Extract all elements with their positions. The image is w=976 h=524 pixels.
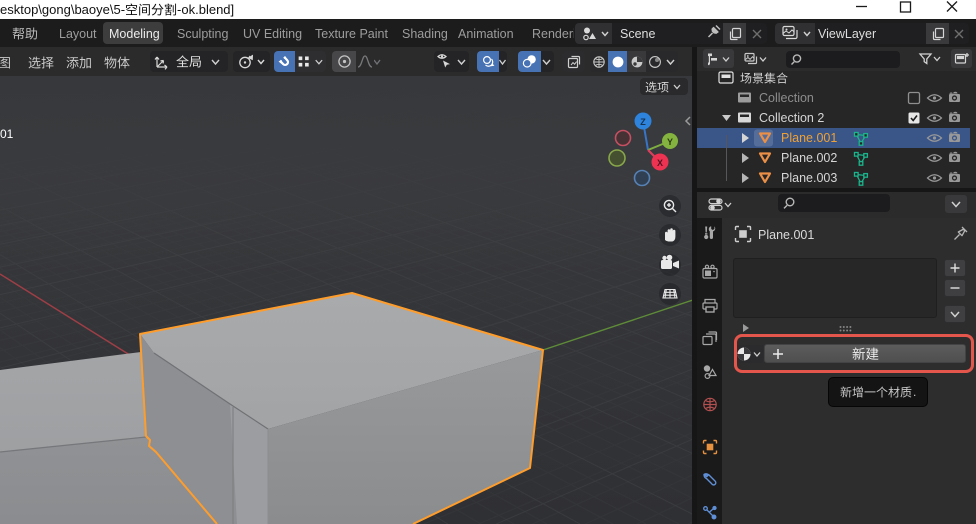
svg-text:Z: Z [640,117,646,127]
svg-text:Y: Y [667,137,673,147]
svg-text:X: X [657,158,663,168]
